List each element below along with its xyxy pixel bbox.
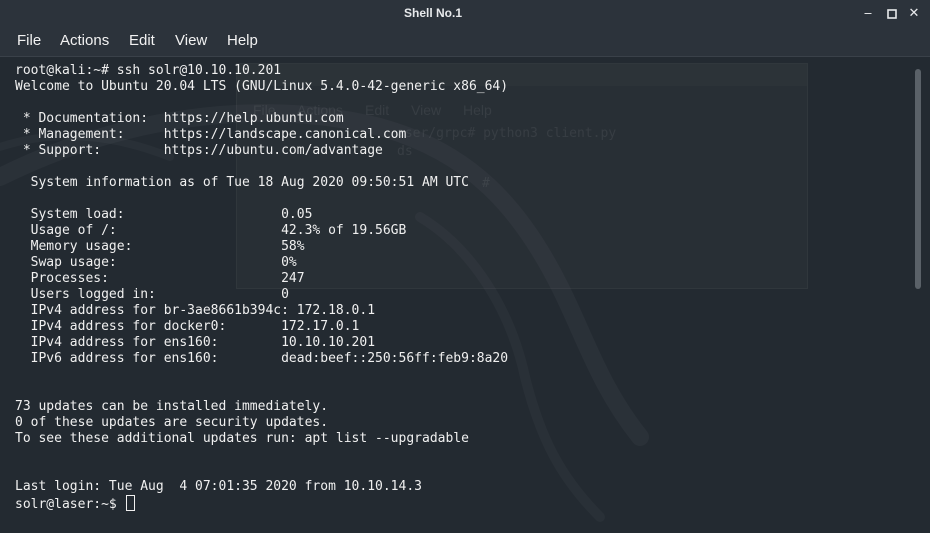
terminal-line: 73 updates can be installed immediately.: [15, 399, 329, 414]
menu-actions[interactable]: Actions: [60, 32, 109, 49]
terminal-line: 0 of these updates are security updates.: [15, 415, 329, 430]
terminal-line: To see these additional updates run: apt…: [15, 431, 469, 446]
terminal-line: * Documentation: https://help.ubuntu.com: [15, 111, 344, 126]
menu-bar: File Actions Edit View Help: [0, 28, 930, 57]
shell-prompt: solr@laser:~$: [15, 497, 125, 512]
terminal-line: Memory usage: 58%: [15, 239, 305, 254]
terminal-line: Usage of /: 42.3% of 19.56GB: [15, 223, 407, 238]
terminal-output[interactable]: File Actions Edit View Help aser/grpc# p…: [0, 57, 912, 533]
terminal-line: Last login: Tue Aug 4 07:01:35 2020 from…: [15, 479, 422, 494]
text-cursor: [125, 495, 135, 511]
terminal-line: * Management: https://landscape.canonica…: [15, 127, 407, 142]
title-bar[interactable]: Shell No.1 ‒ ✕: [0, 0, 930, 28]
terminal-line: root@kali:~# ssh solr@10.10.10.201: [15, 63, 282, 78]
minimize-icon[interactable]: ‒: [858, 4, 878, 24]
menu-file[interactable]: File: [17, 32, 41, 49]
terminal-line: IPv4 address for docker0: 172.17.0.1: [15, 319, 360, 334]
window-title: Shell No.1: [403, 6, 462, 20]
maximize-icon[interactable]: [882, 4, 902, 24]
scrollbar-thumb[interactable]: [915, 69, 921, 289]
terminal-line: IPv4 address for br-3ae8661b394c: 172.18…: [15, 303, 376, 318]
terminal-prompt-line[interactable]: solr@laser:~$: [15, 495, 135, 513]
terminal-line: System load: 0.05: [15, 207, 313, 222]
terminal-line: IPv4 address for ens160: 10.10.10.201: [15, 335, 376, 350]
close-icon[interactable]: ✕: [904, 4, 924, 24]
menu-edit[interactable]: Edit: [129, 32, 155, 49]
terminal-line: IPv6 address for ens160: dead:beef::250:…: [15, 351, 509, 366]
terminal-line: Swap usage: 0%: [15, 255, 297, 270]
terminal-line: * Support: https://ubuntu.com/advantage: [15, 143, 383, 158]
menu-help[interactable]: Help: [227, 32, 258, 49]
terminal-line: Welcome to Ubuntu 20.04 LTS (GNU/Linux 5…: [15, 79, 509, 94]
terminal-line: Users logged in: 0: [15, 287, 289, 302]
terminal-line: Processes: 247: [15, 271, 305, 286]
menu-view[interactable]: View: [175, 32, 207, 49]
scrollbar[interactable]: [912, 57, 930, 533]
terminal-window: Shell No.1 ‒ ✕ File Actions Edit View He…: [0, 0, 930, 533]
terminal-line: System information as of Tue 18 Aug 2020…: [15, 175, 469, 190]
